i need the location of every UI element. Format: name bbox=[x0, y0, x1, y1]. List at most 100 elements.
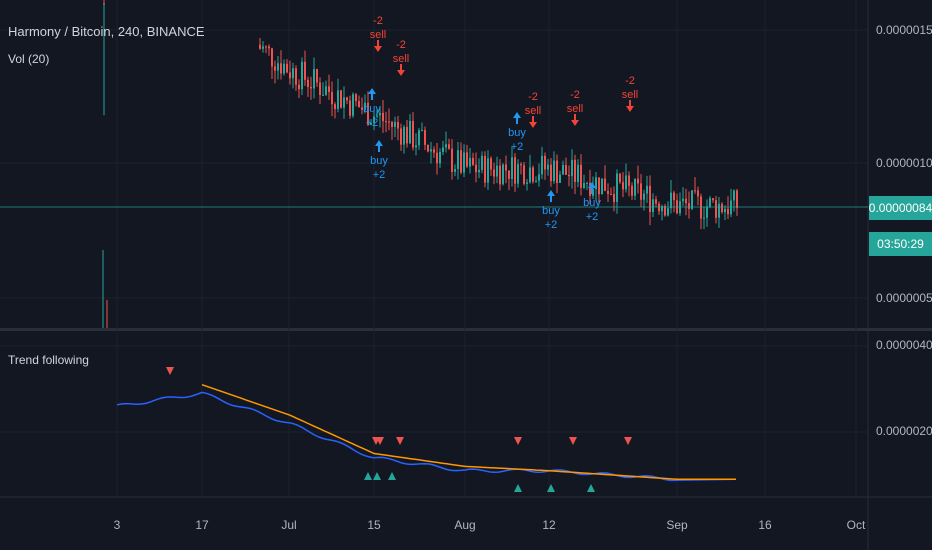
candle-body bbox=[619, 173, 621, 183]
candle-body bbox=[280, 63, 282, 74]
candle-body bbox=[496, 165, 498, 177]
time-axis-tick: Aug bbox=[454, 518, 475, 532]
candle-body bbox=[634, 178, 636, 196]
price-axis[interactable]: 0.00000150 0.00000100 0.00000050 0.00000… bbox=[876, 23, 932, 438]
candle-body bbox=[346, 97, 348, 101]
indicator-legend[interactable]: Trend following bbox=[8, 353, 89, 367]
candle-body bbox=[565, 164, 567, 175]
candle-body bbox=[430, 149, 432, 152]
candle-body bbox=[322, 94, 324, 96]
candle-body bbox=[508, 170, 510, 179]
candle-body bbox=[286, 63, 288, 73]
buy-signal-label: buy bbox=[370, 155, 388, 167]
candle-body bbox=[421, 130, 423, 132]
sell-signal-label: sell bbox=[525, 105, 542, 117]
candle-body bbox=[694, 190, 696, 192]
current-price-tag: 0.00000084 bbox=[869, 196, 932, 220]
candle-body bbox=[307, 79, 309, 88]
candle-body bbox=[520, 164, 522, 166]
candle-body bbox=[487, 158, 489, 183]
candle-body bbox=[472, 157, 474, 165]
candle-body bbox=[715, 200, 717, 218]
candle-body bbox=[685, 198, 687, 204]
candle-body bbox=[673, 192, 675, 201]
candle-body bbox=[355, 94, 357, 102]
indicator-pane[interactable] bbox=[0, 332, 868, 497]
candle-body bbox=[328, 86, 330, 93]
candle-body bbox=[607, 190, 609, 194]
candle-body bbox=[340, 90, 342, 108]
candle-body bbox=[604, 178, 606, 191]
sell-signal-value: -2 bbox=[396, 39, 406, 51]
price-pane[interactable] bbox=[0, 0, 868, 328]
candle-body bbox=[442, 147, 444, 152]
pane-separator[interactable] bbox=[0, 328, 932, 331]
candle-body bbox=[553, 160, 555, 182]
candle-body bbox=[334, 104, 336, 110]
candle-body bbox=[262, 46, 264, 49]
candle-body bbox=[628, 175, 630, 186]
price-axis-tick: 0.00000050 bbox=[876, 291, 932, 305]
candle-body bbox=[463, 152, 465, 173]
candle-body bbox=[655, 199, 657, 204]
candle-body bbox=[460, 150, 462, 173]
candle-body bbox=[316, 69, 318, 83]
time-axis-tick: 15 bbox=[367, 518, 381, 532]
time-axis-tick: 12 bbox=[542, 518, 556, 532]
candle-body bbox=[337, 90, 339, 110]
candle-body bbox=[295, 68, 297, 85]
candle-body bbox=[667, 208, 669, 216]
candle-body bbox=[532, 167, 534, 182]
candle-body bbox=[424, 130, 426, 145]
candle-body bbox=[727, 208, 729, 215]
candle-body bbox=[703, 217, 705, 219]
volume-legend[interactable]: Vol (20) bbox=[8, 52, 49, 66]
candle-body bbox=[670, 192, 672, 209]
candle-body bbox=[571, 159, 573, 177]
sell-signal-value: -2 bbox=[373, 15, 383, 27]
candle-body bbox=[385, 121, 387, 123]
candle-body bbox=[517, 164, 519, 184]
candle-body bbox=[397, 121, 399, 129]
candle-body bbox=[358, 101, 360, 108]
symbol-legend[interactable]: Harmony / Bitcoin, 240, BINANCE bbox=[8, 24, 205, 39]
candle-body bbox=[535, 180, 537, 182]
candle-body bbox=[427, 144, 429, 152]
time-axis-tick: 16 bbox=[758, 518, 772, 532]
candle-body bbox=[733, 190, 735, 201]
candle-body bbox=[736, 190, 738, 209]
time-axis-tick: Sep bbox=[666, 518, 688, 532]
candle-body bbox=[697, 190, 699, 197]
sell-signal-label: sell bbox=[622, 89, 639, 101]
candle-body bbox=[526, 182, 528, 184]
candle-body bbox=[523, 165, 525, 184]
candle-body bbox=[544, 155, 546, 170]
candle-body bbox=[304, 61, 306, 80]
candle-body bbox=[691, 190, 693, 209]
candle-body bbox=[457, 150, 459, 170]
time-axis[interactable]: 3 17 Jul 15 Aug 12 Sep 16 Oct bbox=[114, 518, 866, 532]
candle-body bbox=[469, 157, 471, 167]
candle-body bbox=[475, 164, 477, 173]
candle-body bbox=[433, 149, 435, 153]
candle-body bbox=[403, 127, 405, 145]
candle-body bbox=[415, 145, 417, 148]
candle-body bbox=[601, 178, 603, 195]
volume-bar bbox=[102, 250, 104, 328]
chart-canvas[interactable]: 0.00000150 0.00000100 0.00000050 0.00000… bbox=[0, 0, 932, 550]
candle-body bbox=[550, 164, 552, 182]
candle-body bbox=[382, 112, 384, 122]
candle-body bbox=[310, 87, 312, 89]
candle-body bbox=[709, 198, 711, 207]
candle-body bbox=[712, 198, 714, 201]
time-axis-tick: Jul bbox=[281, 518, 296, 532]
candle-body bbox=[637, 178, 639, 184]
candle-body bbox=[625, 175, 627, 190]
sell-signal-label: sell bbox=[567, 103, 584, 115]
candle-body bbox=[640, 183, 642, 200]
bar-countdown-tag: 03:50:29 bbox=[869, 232, 932, 256]
candle-body bbox=[271, 48, 273, 67]
candle-body bbox=[274, 66, 276, 71]
candle-body bbox=[574, 159, 576, 182]
sell-signal-value: -2 bbox=[528, 91, 538, 103]
